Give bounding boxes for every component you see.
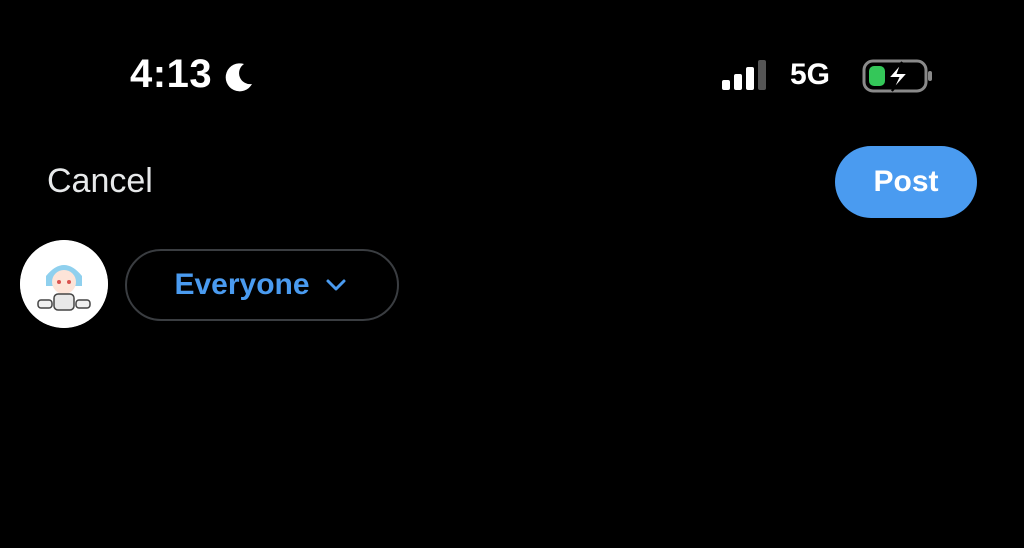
battery-charging-icon — [862, 59, 932, 93]
audience-label: Everyone — [174, 268, 310, 301]
status-time: 4:13 — [130, 52, 213, 96]
avatar[interactable] — [20, 240, 108, 328]
moon-icon — [225, 63, 252, 92]
audience-selector[interactable]: Everyone — [125, 249, 399, 321]
network-label: 5G — [790, 58, 831, 91]
signal-icon — [722, 60, 766, 90]
chevron-down-icon — [326, 279, 346, 291]
post-button[interactable]: Post — [835, 146, 977, 218]
avatar-image — [20, 240, 108, 328]
compose-text-field[interactable] — [126, 350, 986, 470]
status-bar: 4:13 5G — [0, 0, 1024, 110]
cancel-button[interactable]: Cancel — [47, 162, 153, 201]
